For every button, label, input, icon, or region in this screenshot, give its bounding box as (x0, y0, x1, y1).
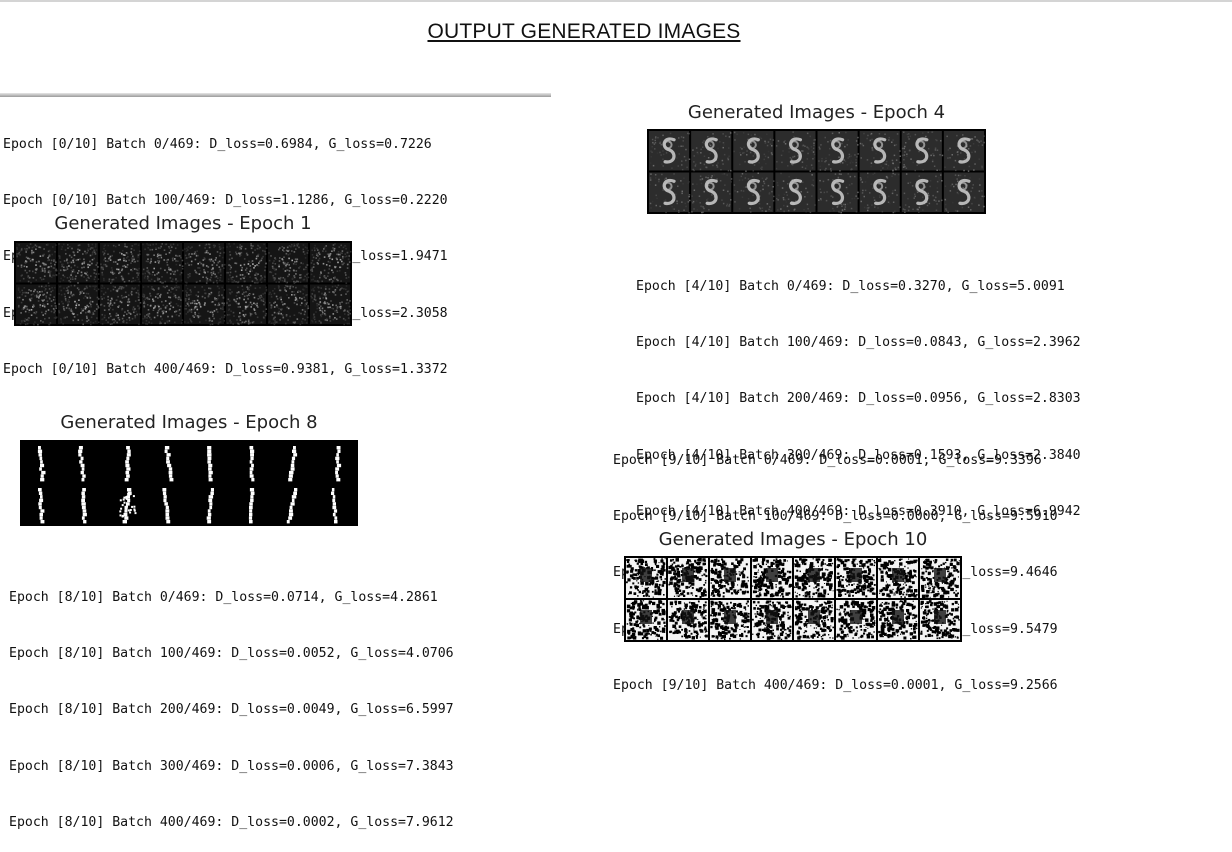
log-line: Epoch [4/10] Batch 200/469: D_loss=0.095… (636, 391, 1081, 407)
generated-image-tile (626, 558, 666, 598)
epoch-4-generated-image-grid (647, 129, 986, 214)
generated-image-tile (268, 284, 310, 326)
generated-image-tile (733, 131, 774, 172)
generated-image-tile (878, 558, 918, 598)
log-line: Epoch [8/10] Batch 100/469: D_loss=0.005… (9, 645, 454, 661)
generated-image-tile (226, 243, 268, 284)
epoch-10-grid-title: Generated Images - Epoch 10 (658, 529, 928, 550)
log-line: Epoch [0/10] Batch 400/469: D_loss=0.938… (3, 362, 448, 378)
generated-image-tile (268, 243, 310, 284)
epoch-1-grid-title: Generated Images - Epoch 1 (54, 213, 312, 234)
generated-image-tile (752, 600, 792, 640)
generated-image-tile (943, 131, 985, 172)
generated-image-tile (310, 284, 351, 326)
log-line: Epoch [8/10] Batch 300/469: D_loss=0.000… (9, 758, 454, 774)
generated-image-tile (58, 243, 100, 284)
log-line: Epoch [9/10] Batch 0/469: D_loss=0.0001,… (613, 452, 1042, 468)
generated-image-tile (668, 600, 708, 640)
generated-image-tile (16, 243, 58, 284)
generated-image-tile (920, 600, 960, 640)
log-line: Epoch [9/10] Batch 400/469: D_loss=0.000… (613, 678, 1058, 694)
generated-image-tile (710, 558, 750, 598)
log-line: Epoch [8/10] Batch 200/469: D_loss=0.004… (9, 702, 454, 718)
generated-image-tile (878, 600, 918, 640)
generated-image-tile (901, 172, 943, 213)
generated-image-tile (649, 172, 691, 214)
generated-image-tile (794, 558, 834, 598)
generated-image-tile (668, 558, 708, 598)
log-line: Epoch [4/10] Batch 0/469: D_loss=0.3270,… (636, 278, 1065, 294)
generated-image-tile (817, 131, 859, 172)
epoch-4-grid-title: Generated Images - Epoch 4 (687, 102, 946, 123)
generated-image-tile (733, 172, 775, 213)
generated-image-tile (817, 172, 859, 214)
generated-image-tile (836, 600, 876, 640)
log-line: Epoch [9/10] Batch 100/469: D_loss=0.000… (613, 508, 1058, 524)
generated-image-tile (100, 243, 141, 284)
generated-image-tile (920, 558, 960, 598)
generated-image-tile (794, 600, 834, 640)
generated-image-tile (184, 284, 226, 326)
log-line: Epoch [8/10] Batch 400/469: D_loss=0.000… (9, 815, 454, 831)
generated-image-tile (100, 284, 142, 326)
generated-image-tile (943, 172, 985, 213)
epoch-8-training-log: Epoch [8/10] Batch 0/469: D_loss=0.0714,… (9, 551, 454, 852)
page-title: OUTPUT GENERATED IMAGES (427, 20, 741, 43)
log-line: Epoch [4/10] Batch 100/469: D_loss=0.084… (636, 334, 1081, 350)
generated-image-tile (310, 243, 352, 284)
generated-image-tile (16, 284, 58, 326)
generated-image-tile (142, 243, 184, 284)
generated-image-tile (775, 131, 816, 172)
generated-image-tile (184, 243, 226, 284)
generated-image-tile (142, 284, 184, 325)
generated-image-tile (226, 284, 268, 325)
epoch-8-grid-title: Generated Images - Epoch 8 (60, 412, 318, 433)
epoch-1-generated-image-grid (14, 241, 352, 326)
generated-image-tile (691, 131, 732, 172)
top-border (0, 0, 1232, 2)
generated-image-tile (58, 284, 100, 326)
output-cell-border (0, 93, 551, 97)
generated-image-tile (649, 131, 691, 171)
epoch-8-generated-image-grid (20, 440, 358, 526)
generated-image-tile (859, 131, 901, 172)
generated-image-tile (836, 558, 876, 598)
generated-image-tile (626, 600, 666, 640)
log-line: Epoch [8/10] Batch 0/469: D_loss=0.0714,… (9, 589, 438, 605)
generated-image-tile (901, 131, 944, 172)
generated-image-tile (710, 600, 750, 640)
generated-image-tile (691, 172, 733, 214)
epoch-10-generated-image-grid (624, 556, 962, 642)
generated-image-tile (752, 558, 792, 598)
generated-image-tile (859, 172, 901, 214)
log-line: Epoch [0/10] Batch 100/469: D_loss=1.128… (3, 192, 448, 208)
log-line: Epoch [0/10] Batch 0/469: D_loss=0.6984,… (3, 136, 432, 152)
generated-image-tile (775, 172, 816, 214)
